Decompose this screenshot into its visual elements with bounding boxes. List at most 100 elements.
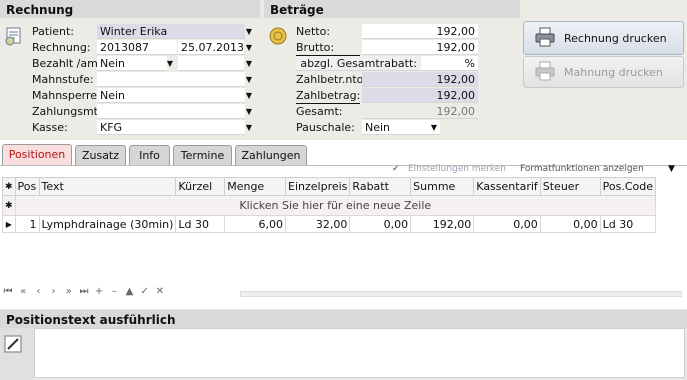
cell-rabatt[interactable]: 0,00 — [349, 215, 412, 233]
positionen-grid: ✱ Pos Text Kürzel Menge Einzelpreis Raba… — [2, 177, 657, 233]
pauschale-dropdown-icon[interactable]: ▼ — [428, 120, 440, 135]
cell-kassentarif[interactable]: 0,00 — [473, 215, 541, 233]
col-header-kassentarif[interactable]: Kassentarif — [473, 177, 541, 196]
cell-menge[interactable]: 6,00 — [224, 215, 287, 233]
delete-icon[interactable]: – — [108, 286, 120, 297]
cancel-icon[interactable]: ✕ — [154, 286, 166, 297]
post-icon[interactable]: ✓ — [139, 286, 151, 297]
tab-zusatz[interactable]: Zusatz — [75, 145, 126, 165]
printer-icon — [534, 61, 556, 84]
netto-field[interactable]: 192,00 — [362, 24, 478, 39]
positionstext-header: Positionstext ausführlich — [0, 310, 687, 328]
zahlungsmtl-field[interactable] — [97, 104, 245, 119]
mahnung-drucken-button[interactable]: Mahnung drucken — [523, 56, 684, 88]
positionstext-editor[interactable] — [34, 328, 685, 378]
mahnstufe-label: Mahnstufe: — [32, 73, 94, 86]
gesamtrabatt-field[interactable]: % — [421, 56, 478, 71]
patient-dropdown-icon[interactable]: ▼ — [243, 24, 255, 39]
mahnsperre-dropdown-icon[interactable]: ▼ — [243, 88, 255, 103]
pauschale-label: Pauschale: — [296, 121, 355, 134]
zahlungsmtl-dropdown-icon[interactable]: ▼ — [243, 104, 255, 119]
mahnsperre-field[interactable]: Nein — [97, 88, 245, 103]
coins-icon — [268, 26, 288, 46]
zahlbetr-nto-label: Zahlbetr.nto.: — [296, 73, 371, 86]
first-page-icon[interactable]: ⏮ — [2, 286, 14, 297]
col-header-poscode[interactable]: Pos.Code — [599, 177, 657, 196]
tab-positionen[interactable]: Positionen — [2, 144, 72, 166]
bezahlt-label: Bezahlt /am: — [32, 57, 102, 70]
grid-navigator: ⏮ « ‹ › » ⏭ + – ▲ ✓ ✕ — [2, 286, 684, 302]
horizontal-scrollbar[interactable] — [240, 291, 682, 297]
col-header-steuer[interactable]: Steuer — [539, 177, 601, 196]
gesamt-label: Gesamt: — [296, 105, 343, 118]
formatfunktionen-link[interactable]: Formatfunktionen anzeigen — [520, 164, 644, 174]
mahnstufe-field[interactable] — [97, 72, 245, 87]
bezahlt-datum-dropdown-icon[interactable]: ▼ — [243, 56, 255, 71]
col-header-text[interactable]: Text — [38, 177, 177, 196]
patient-field[interactable]: Winter Erika — [97, 24, 245, 39]
grid-header-row: ✱ Pos Text Kürzel Menge Einzelpreis Raba… — [2, 177, 657, 196]
cell-kuerzel[interactable]: Ld 30 — [175, 215, 226, 233]
mahnsperre-label: Mahnsperre: — [32, 89, 101, 102]
col-header-rabatt[interactable]: Rabatt — [349, 177, 412, 196]
chevron-down-icon[interactable]: ▼ — [668, 164, 675, 174]
bezahlt-field[interactable]: Nein — [97, 56, 167, 71]
new-row[interactable]: ✱ Klicken Sie hier für eine neue Zeile — [2, 195, 657, 216]
cell-poscode[interactable]: Ld 30 — [599, 215, 657, 233]
kasse-dropdown-icon[interactable]: ▼ — [243, 120, 255, 135]
zahlbetrag-field: 192,00 — [362, 88, 478, 103]
gesamt-field: 192,00 — [362, 104, 478, 119]
cell-text[interactable]: Lymphdrainage (30min) — [38, 215, 177, 233]
new-row-marker-icon: ✱ — [2, 195, 16, 216]
rechnung-nr-field[interactable]: 2013087 — [97, 40, 177, 55]
cell-pos[interactable]: 1 — [14, 215, 40, 233]
patient-label: Patient: — [32, 25, 75, 38]
new-row-hint[interactable]: Klicken Sie hier für eine neue Zeile — [14, 195, 657, 216]
rechnung-drucken-label: Rechnung drucken — [564, 31, 667, 45]
row-selector-header: ✱ — [2, 177, 16, 196]
col-header-einzelpreis[interactable]: Einzelpreis — [285, 177, 351, 196]
insert-icon[interactable]: + — [93, 286, 105, 297]
last-page-icon[interactable]: ⏭ — [78, 286, 90, 297]
edit-text-icon[interactable] — [4, 335, 22, 353]
prev-record-icon[interactable]: ‹ — [32, 286, 44, 297]
next-record-icon[interactable]: › — [48, 286, 60, 297]
prev-page-icon[interactable]: « — [17, 286, 29, 297]
cell-steuer[interactable]: 0,00 — [539, 215, 601, 233]
next-page-icon[interactable]: » — [63, 286, 75, 297]
cell-einzelpreis[interactable]: 32,00 — [285, 215, 351, 233]
col-header-menge[interactable]: Menge — [224, 177, 287, 196]
col-header-summe[interactable]: Summe — [410, 177, 475, 196]
invoice-icon — [4, 26, 24, 46]
rechnung-drucken-button[interactable]: Rechnung drucken — [523, 21, 684, 55]
printer-icon — [534, 27, 556, 50]
rechnung-datum-field[interactable]: 25.07.2013 — [178, 40, 244, 55]
datum-dropdown-icon[interactable]: ▼ — [243, 40, 255, 55]
bezahlt-datum-field[interactable] — [178, 56, 244, 71]
mahnung-drucken-label: Mahnung drucken — [564, 65, 663, 79]
brutto-field[interactable]: 192,00 — [362, 40, 478, 55]
kasse-label: Kasse: — [32, 121, 68, 134]
checkmark-icon: ✔ — [392, 164, 400, 174]
einstellungen-merken-link[interactable]: Einstellungen merken — [408, 164, 506, 174]
rechnung-label: Rechnung: — [32, 41, 91, 54]
tab-termine[interactable]: Termine — [173, 145, 232, 165]
tab-info[interactable]: Info — [129, 145, 170, 165]
tab-zahlungen[interactable]: Zahlungen — [235, 145, 307, 165]
bezahlt-dropdown-icon[interactable]: ▼ — [164, 56, 176, 71]
up-icon[interactable]: ▲ — [124, 286, 136, 297]
rechnung-header: Rechnung — [0, 0, 260, 18]
mahnstufe-dropdown-icon[interactable]: ▼ — [243, 72, 255, 87]
cell-summe[interactable]: 192,00 — [410, 215, 475, 233]
gesamtrabatt-label-box: abzgl. Gesamtrabatt: — [296, 56, 420, 71]
col-header-pos[interactable]: Pos — [14, 177, 40, 196]
table-row[interactable]: ▶ 1 Lymphdrainage (30min) Ld 30 6,00 32,… — [2, 215, 657, 233]
betraege-header: Beträge — [264, 0, 520, 18]
col-header-kuerzel[interactable]: Kürzel — [175, 177, 226, 196]
zahlbetrag-divider — [296, 103, 360, 104]
kasse-field[interactable]: KFG — [97, 120, 245, 135]
row-pointer-icon: ▶ — [2, 215, 16, 233]
brutto-label: Brutto: — [296, 41, 335, 54]
zahlungsmtl-label: Zahlungsmtl: — [32, 105, 105, 118]
netto-label: Netto: — [296, 25, 331, 38]
